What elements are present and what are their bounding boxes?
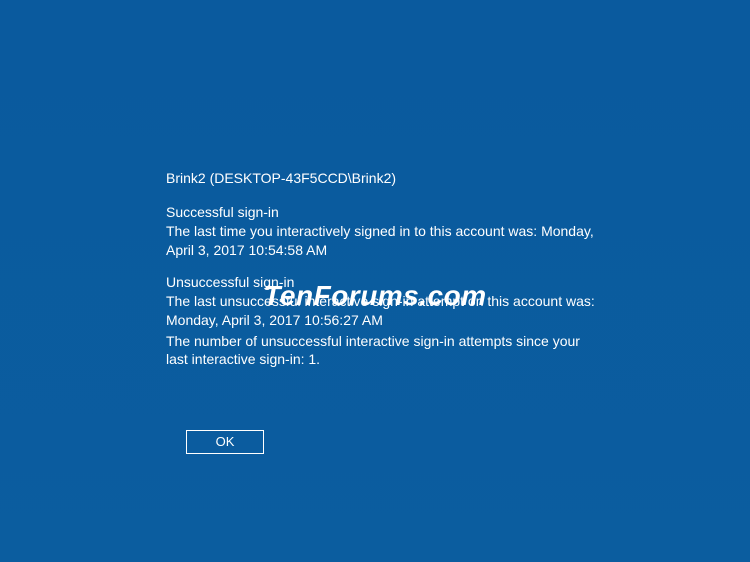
ok-button[interactable]: OK (186, 430, 264, 454)
unsuccessful-signin-attempt-text: The last unsuccessful interactive sign-i… (166, 292, 596, 330)
signin-info-panel: Brink2 (DESKTOP-43F5CCD\Brink2) Successf… (166, 170, 596, 383)
unsuccessful-signin-count-text: The number of unsuccessful interactive s… (166, 332, 596, 370)
successful-signin-header: Successful sign-in (166, 204, 596, 220)
account-name: Brink2 (DESKTOP-43F5CCD\Brink2) (166, 170, 596, 186)
unsuccessful-signin-header: Unsuccessful sign-in (166, 274, 596, 290)
successful-signin-text: The last time you interactively signed i… (166, 222, 596, 260)
